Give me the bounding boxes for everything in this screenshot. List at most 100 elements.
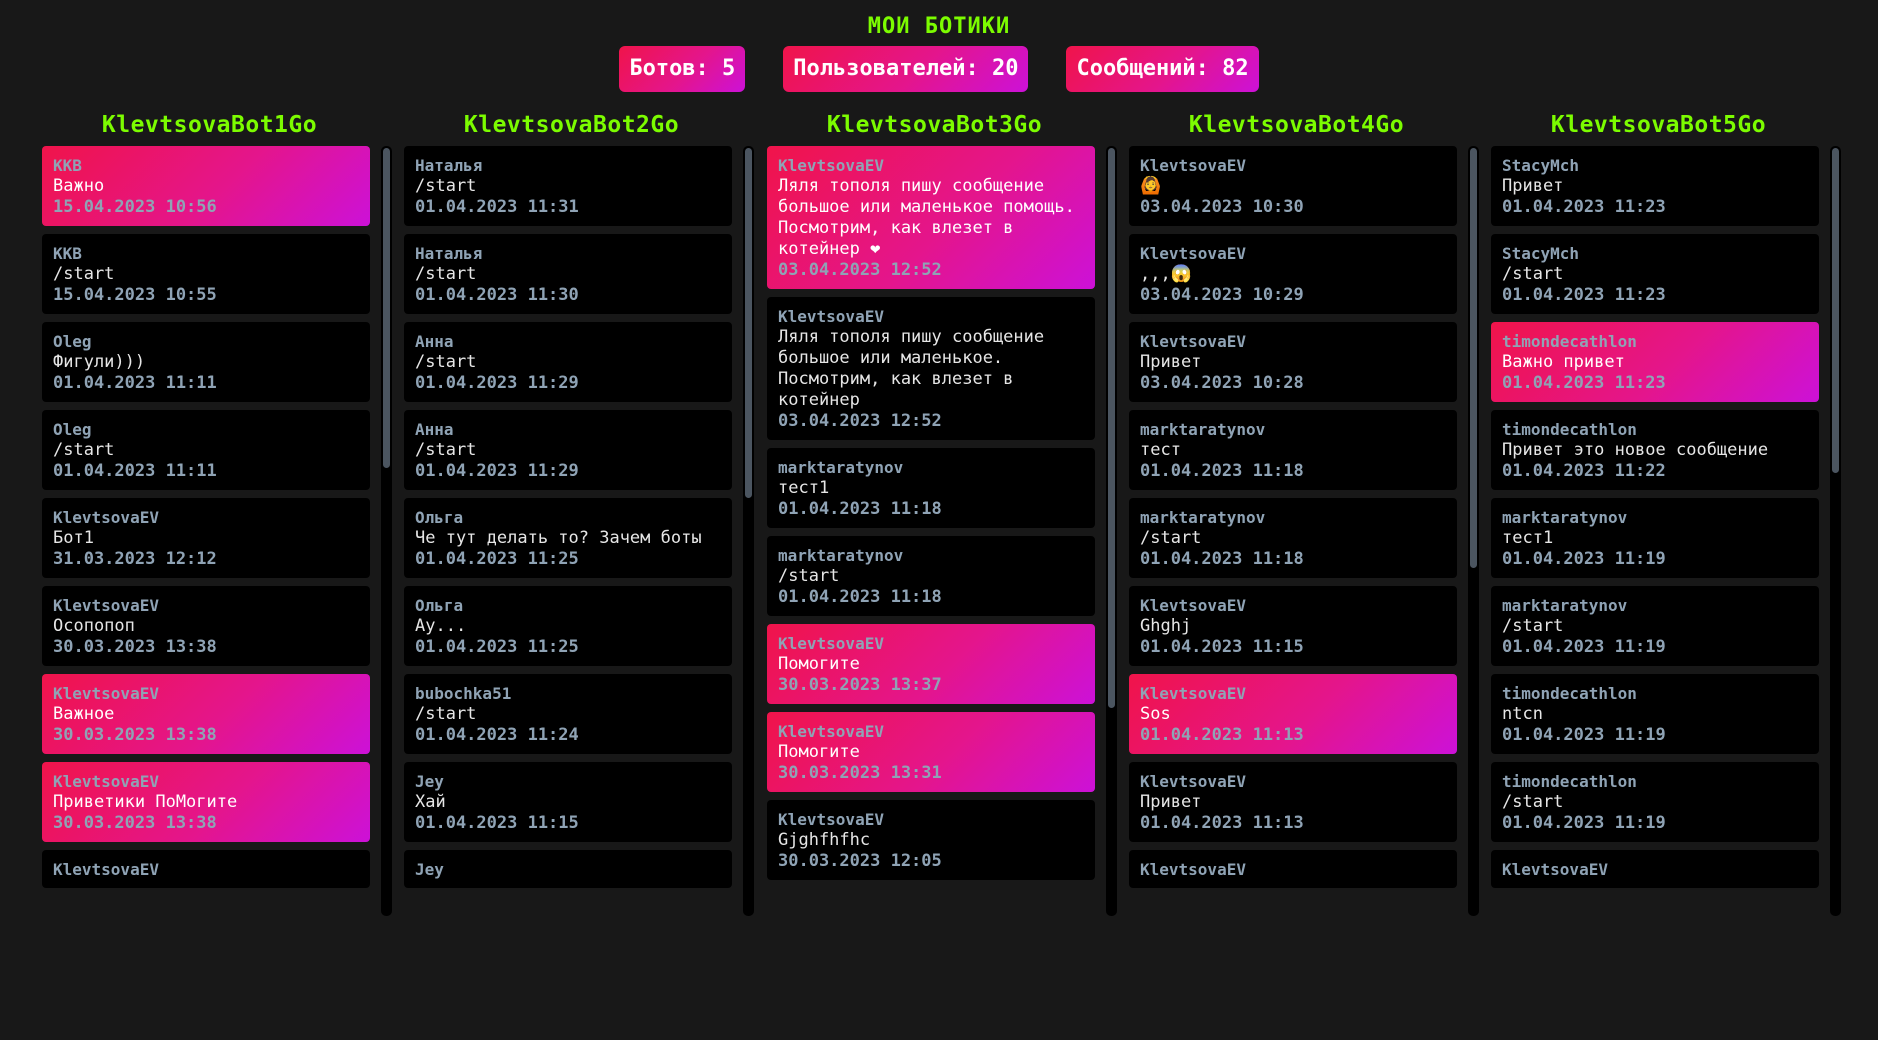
message-author: KlevtsovaEV xyxy=(53,596,159,615)
message-text: /start xyxy=(415,176,477,196)
message-text: Бот1 xyxy=(53,528,94,548)
message-card[interactable]: KlevtsovaEV xyxy=(42,850,370,888)
message-card[interactable]: marktaratynov/start 01.04.2023 11:18 xyxy=(1129,498,1457,578)
scrollbar-thumb[interactable] xyxy=(745,148,752,498)
message-card[interactable]: timondecathlon/start 01.04.2023 11:19 xyxy=(1491,762,1819,842)
message-viewport: Наталья/start 01.04.2023 11:31 Наталья/sta… xyxy=(404,146,767,916)
message-card[interactable]: bubochka51/start 01.04.2023 11:24 xyxy=(404,674,732,754)
important-message-card[interactable]: KlevtsovaEV Sos 01.04.2023 11:13 xyxy=(1129,674,1457,754)
bot-column-2: KlevtsovaBot2Go Наталья/start 01.04.2023 … xyxy=(404,108,767,916)
bot-column-title: KlevtsovaBot2Go xyxy=(463,112,680,138)
scrollbar[interactable] xyxy=(1106,146,1117,916)
scrollbar-thumb[interactable] xyxy=(1108,148,1115,708)
important-message-card[interactable]: KlevtsovaEV Помогите 30.03.2023 13:31 xyxy=(767,712,1095,792)
message-list[interactable]: KlevtsovaEV Ляля тополя пишу сообщение бо… xyxy=(767,146,1095,910)
message-card[interactable]: KlevtsovaEV Привет 01.04.2023 11:13 xyxy=(1129,762,1457,842)
message-text: тест xyxy=(1140,440,1181,460)
scrollbar[interactable] xyxy=(743,146,754,916)
message-author: KKB xyxy=(53,244,82,263)
message-card[interactable]: Jey xyxy=(404,850,732,888)
message-card[interactable]: Jey Хай 01.04.2023 11:15 xyxy=(404,762,732,842)
message-card[interactable]: timondecathlon ntcn 01.04.2023 11:19 xyxy=(1491,674,1819,754)
message-card[interactable]: Ольга Че тут делать то? Зачем боты 01.04.2… xyxy=(404,498,732,578)
important-message-card[interactable]: KKB Важно 15.04.2023 10:56 xyxy=(42,146,370,226)
message-author: KlevtsovaEV xyxy=(1140,156,1246,175)
message-text: тест1 xyxy=(1502,528,1554,548)
important-message-card[interactable]: KlevtsovaEV Важное 30.03.2023 13:38 xyxy=(42,674,370,754)
message-card[interactable]: KlevtsovaEV Осопопоп 30.03.2023 13:38 xyxy=(42,586,370,666)
message-author: Наталья xyxy=(415,156,483,175)
message-date: 15.04.2023 10:55 xyxy=(53,285,217,305)
message-text: Ляля тополя пишу сообщение большое или м… xyxy=(778,176,1086,259)
message-card[interactable]: marktaratynov тест 01.04.2023 11:18 xyxy=(1129,410,1457,490)
message-date: 30.03.2023 13:38 xyxy=(53,813,217,833)
bot-column-title: KlevtsovaBot4Go xyxy=(1188,112,1405,138)
message-card[interactable]: KlevtsovaEV xyxy=(1491,850,1819,888)
message-card[interactable]: Анна/start 01.04.2023 11:29 xyxy=(404,322,732,402)
message-date: 01.04.2023 11:15 xyxy=(415,813,579,833)
message-card[interactable]: KlevtsovaEV 🙆 03.04.2023 10:30 xyxy=(1129,146,1457,226)
message-card[interactable]: marktaratynov/start 01.04.2023 11:18 xyxy=(767,536,1095,616)
message-text: Хай xyxy=(415,792,446,812)
scrollbar-thumb[interactable] xyxy=(1470,148,1477,568)
message-author: Oleg xyxy=(53,332,92,351)
message-author: timondecathlon xyxy=(1502,684,1637,703)
message-card[interactable]: Ольга Ау... 01.04.2023 11:25 xyxy=(404,586,732,666)
message-author: timondecathlon xyxy=(1502,420,1637,439)
message-text: Помогите xyxy=(778,742,860,762)
message-date: 01.04.2023 11:23 xyxy=(1502,285,1666,305)
important-message-card[interactable]: timondecathlon Важно привет 01.04.2023 11:… xyxy=(1491,322,1819,402)
message-card[interactable]: KKB/start 15.04.2023 10:55 xyxy=(42,234,370,314)
message-card[interactable]: KlevtsovaEV Бот1 31.03.2023 12:12 xyxy=(42,498,370,578)
message-text: Осопопоп xyxy=(53,616,135,636)
bot-column-1: KlevtsovaBot1Go KKB Важно 15.04.2023 10:56… xyxy=(42,108,405,916)
message-date: 01.04.2023 11:29 xyxy=(415,373,579,393)
scrollbar[interactable] xyxy=(381,146,392,916)
message-card[interactable]: timondecathlon Привет это новое сообщение… xyxy=(1491,410,1819,490)
message-date: 01.04.2023 11:11 xyxy=(53,461,217,481)
bot-column-title: KlevtsovaBot3Go xyxy=(826,112,1043,138)
message-card[interactable]: StacyMch Привет 01.04.2023 11:23 xyxy=(1491,146,1819,226)
message-date: 30.03.2023 13:31 xyxy=(778,763,942,783)
message-card[interactable]: Наталья/start 01.04.2023 11:31 xyxy=(404,146,732,226)
message-card[interactable]: KlevtsovaEV Gjghfhfhc 30.03.2023 12:05 xyxy=(767,800,1095,880)
message-text: Ляля тополя пишу сообщение большое или м… xyxy=(778,327,1055,410)
message-card[interactable]: KlevtsovaEV ,,,😱 03.04.2023 10:29 xyxy=(1129,234,1457,314)
message-text: /start xyxy=(53,440,115,460)
message-author: Анна xyxy=(415,332,454,351)
scrollbar[interactable] xyxy=(1468,146,1479,916)
message-date: 03.04.2023 12:52 xyxy=(778,411,942,431)
message-author: KlevtsovaEV xyxy=(778,634,884,653)
important-message-card[interactable]: KlevtsovaEV Помогите 30.03.2023 13:37 xyxy=(767,624,1095,704)
message-list[interactable]: KlevtsovaEV 🙆 03.04.2023 10:30 KlevtsovaEV,… xyxy=(1129,146,1457,910)
message-card[interactable]: Oleg/start 01.04.2023 11:11 xyxy=(42,410,370,490)
scrollbar[interactable] xyxy=(1830,146,1841,916)
message-card[interactable]: Наталья/start 01.04.2023 11:30 xyxy=(404,234,732,314)
message-card[interactable]: marktaratynov тест1 01.04.2023 11:18 xyxy=(767,448,1095,528)
scrollbar-thumb[interactable] xyxy=(383,148,390,468)
stats-bar: Ботов: 5 Пользователей: 20 Сообщений: 82 xyxy=(0,46,1878,92)
message-card[interactable]: StacyMch/start 01.04.2023 11:23 xyxy=(1491,234,1819,314)
message-date: 15.04.2023 10:56 xyxy=(53,197,217,217)
message-card[interactable]: Анна/start 01.04.2023 11:29 xyxy=(404,410,732,490)
message-card[interactable]: KlevtsovaEV Привет 03.04.2023 10:28 xyxy=(1129,322,1457,402)
scrollbar-thumb[interactable] xyxy=(1832,148,1839,473)
message-date: 01.04.2023 11:19 xyxy=(1502,549,1666,569)
bot-column-5: KlevtsovaBot5Go StacyMch Привет 01.04.2023… xyxy=(1491,108,1854,916)
message-card[interactable]: KlevtsovaEV Ляля тополя пишу сообщение бо… xyxy=(767,297,1095,440)
message-author: marktaratynov xyxy=(778,546,904,565)
message-date: 01.04.2023 11:31 xyxy=(415,197,579,217)
message-card[interactable]: marktaratynov тест1 01.04.2023 11:19 xyxy=(1491,498,1819,578)
important-message-card[interactable]: KlevtsovaEV Ляля тополя пишу сообщение бо… xyxy=(767,146,1095,289)
message-text: Ghghj xyxy=(1140,616,1192,636)
important-message-card[interactable]: KlevtsovaEV Приветики ПоМогите 30.03.2023 … xyxy=(42,762,370,842)
message-list[interactable]: StacyMch Привет 01.04.2023 11:23 StacyMch/s… xyxy=(1491,146,1819,910)
message-list[interactable]: KKB Важно 15.04.2023 10:56 KKB/start 15.04.2… xyxy=(42,146,370,910)
message-card[interactable]: Oleg Фигули))) 01.04.2023 11:11 xyxy=(42,322,370,402)
message-card[interactable]: KlevtsovaEV xyxy=(1129,850,1457,888)
message-card[interactable]: marktaratynov/start 01.04.2023 11:19 xyxy=(1491,586,1819,666)
message-author: marktaratynov xyxy=(1140,420,1266,439)
message-card[interactable]: KlevtsovaEV Ghghj 01.04.2023 11:15 xyxy=(1129,586,1457,666)
message-list[interactable]: Наталья/start 01.04.2023 11:31 Наталья/sta… xyxy=(404,146,732,910)
message-date: 01.04.2023 11:18 xyxy=(1140,461,1304,481)
